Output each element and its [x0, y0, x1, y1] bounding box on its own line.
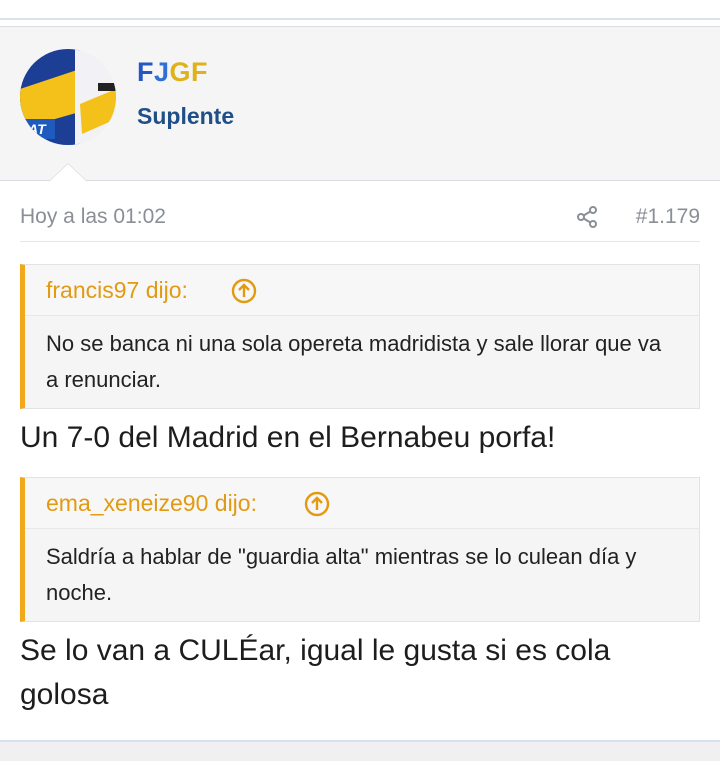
arrow-up-circle-icon[interactable]	[231, 278, 257, 304]
username-letter: F	[191, 57, 209, 87]
next-post-edge	[0, 740, 720, 761]
avatar-logo-text: AT	[27, 121, 47, 137]
post-date-link[interactable]: Hoy a las 01:02	[20, 205, 166, 229]
reply-text: Un 7-0 del Madrid en el Bernabeu porfa!	[20, 421, 556, 454]
header-notch	[50, 164, 86, 181]
quote-header: francis97 dijo:	[25, 265, 699, 316]
username-letter: J	[154, 57, 170, 87]
share-icon[interactable]	[575, 205, 599, 229]
username-letter: G	[169, 57, 192, 87]
quote-block: francis97 dijo: No se banca ni una sola …	[20, 264, 700, 409]
avatar-image: AT	[20, 49, 116, 145]
username-link[interactable]: FJGF	[137, 57, 208, 88]
avatar[interactable]: AT	[20, 49, 116, 145]
forum-post: AT FJGF Suplente Hoy a las 01:02 #1.179 …	[0, 26, 720, 739]
user-title: Suplente	[137, 103, 235, 129]
post-user-header: AT FJGF Suplente	[0, 27, 720, 181]
quote-text: Saldría a hablar de "guardia alta" mient…	[46, 544, 637, 605]
quote-block: ema_xeneize90 dijo: Saldría a hablar de …	[20, 477, 700, 622]
reply-text: Se lo van a CULÉar, igual le gusta si es…	[20, 634, 611, 711]
username-letter: F	[137, 57, 154, 87]
previous-post-edge	[0, 0, 720, 20]
quote-text: No se banca ni una sola opereta madridis…	[46, 331, 662, 392]
arrow-up-circle-icon[interactable]	[304, 491, 330, 517]
post-number-link[interactable]: #1.179	[636, 205, 700, 229]
quote-author-link[interactable]: francis97 dijo:	[46, 277, 188, 304]
quote-author-link[interactable]: ema_xeneize90 dijo:	[46, 490, 257, 517]
quote-header: ema_xeneize90 dijo:	[25, 478, 699, 529]
post-meta: Hoy a las 01:02 #1.179	[20, 193, 700, 242]
